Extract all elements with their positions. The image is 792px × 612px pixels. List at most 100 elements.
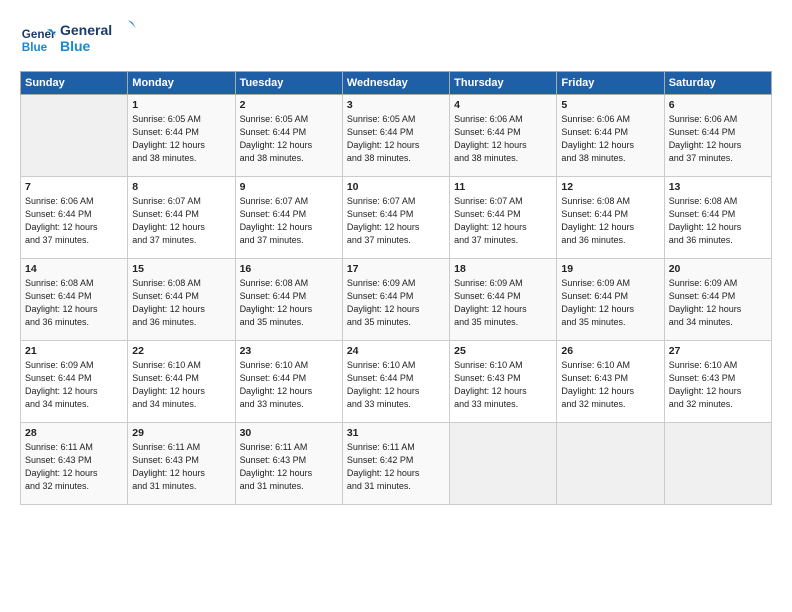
cell-2-5: 11 Sunrise: 6:07 AM Sunset: 6:44 PM Dayli… bbox=[450, 177, 557, 259]
day-number: 1 bbox=[132, 99, 230, 111]
day-info: Sunrise: 6:06 AM Sunset: 6:44 PM Dayligh… bbox=[561, 114, 634, 163]
cell-3-6: 19 Sunrise: 6:09 AM Sunset: 6:44 PM Dayli… bbox=[557, 259, 664, 341]
day-number: 5 bbox=[561, 99, 659, 111]
week-row-1: 1 Sunrise: 6:05 AM Sunset: 6:44 PM Daylig… bbox=[21, 95, 772, 177]
day-info: Sunrise: 6:09 AM Sunset: 6:44 PM Dayligh… bbox=[25, 360, 98, 409]
logo-svg: General Blue bbox=[60, 18, 140, 56]
cell-2-3: 9Sunrise: 6:07 AM Sunset: 6:44 PM Daylig… bbox=[235, 177, 342, 259]
cell-4-5: 25Sunrise: 6:10 AM Sunset: 6:43 PM Dayli… bbox=[450, 341, 557, 423]
cell-2-6: 12 Sunrise: 6:08 AM Sunset: 6:44 PM Dayli… bbox=[557, 177, 664, 259]
day-number: 24 bbox=[347, 345, 445, 357]
week-row-5: 28 Sunrise: 6:11 AM Sunset: 6:43 PM Dayli… bbox=[21, 423, 772, 505]
cell-5-3: 30Sunrise: 6:11 AM Sunset: 6:43 PM Dayli… bbox=[235, 423, 342, 505]
day-number: 20 bbox=[669, 263, 767, 275]
day-info: Sunrise: 6:05 AM Sunset: 6:44 PM Dayligh… bbox=[132, 114, 205, 163]
day-number: 2 bbox=[240, 99, 338, 111]
cell-5-7 bbox=[664, 423, 771, 505]
day-number: 29 bbox=[132, 427, 230, 439]
cell-4-4: 24 Sunrise: 6:10 AM Sunset: 6:44 PM Dayli… bbox=[342, 341, 449, 423]
cell-3-3: 16Sunrise: 6:08 AM Sunset: 6:44 PM Dayli… bbox=[235, 259, 342, 341]
day-number: 10 bbox=[347, 181, 445, 193]
day-number: 12 bbox=[561, 181, 659, 193]
day-info: Sunrise: 6:07 AM Sunset: 6:44 PM Dayligh… bbox=[454, 196, 527, 245]
cell-3-5: 18 Sunrise: 6:09 AM Sunset: 6:44 PM Dayli… bbox=[450, 259, 557, 341]
day-info: Sunrise: 6:08 AM Sunset: 6:44 PM Dayligh… bbox=[561, 196, 634, 245]
day-number: 8 bbox=[132, 181, 230, 193]
cell-1-5: 4Sunrise: 6:06 AM Sunset: 6:44 PM Daylig… bbox=[450, 95, 557, 177]
day-info: Sunrise: 6:09 AM Sunset: 6:44 PM Dayligh… bbox=[454, 278, 527, 327]
cell-1-4: 3 Sunrise: 6:05 AM Sunset: 6:44 PM Daylig… bbox=[342, 95, 449, 177]
day-number: 18 bbox=[454, 263, 552, 275]
logo: General Blue General Blue bbox=[20, 18, 140, 61]
day-number: 26 bbox=[561, 345, 659, 357]
cell-2-7: 13 Sunrise: 6:08 AM Sunset: 6:44 PM Dayli… bbox=[664, 177, 771, 259]
header-row: SundayMondayTuesdayWednesdayThursdayFrid… bbox=[21, 72, 772, 95]
day-info: Sunrise: 6:08 AM Sunset: 6:44 PM Dayligh… bbox=[132, 278, 205, 327]
day-info: Sunrise: 6:09 AM Sunset: 6:44 PM Dayligh… bbox=[669, 278, 742, 327]
logo-icon: General Blue bbox=[20, 22, 56, 58]
svg-text:Blue: Blue bbox=[60, 38, 91, 54]
cell-4-3: 23Sunrise: 6:10 AM Sunset: 6:44 PM Dayli… bbox=[235, 341, 342, 423]
cell-1-2: 1 Sunrise: 6:05 AM Sunset: 6:44 PM Daylig… bbox=[128, 95, 235, 177]
day-info: Sunrise: 6:06 AM Sunset: 6:44 PM Dayligh… bbox=[454, 114, 527, 163]
day-info: Sunrise: 6:11 AM Sunset: 6:43 PM Dayligh… bbox=[25, 442, 98, 491]
day-number: 17 bbox=[347, 263, 445, 275]
day-number: 30 bbox=[240, 427, 338, 439]
day-number: 13 bbox=[669, 181, 767, 193]
col-header-friday: Friday bbox=[557, 72, 664, 95]
day-number: 25 bbox=[454, 345, 552, 357]
day-info: Sunrise: 6:10 AM Sunset: 6:44 PM Dayligh… bbox=[347, 360, 420, 409]
col-header-thursday: Thursday bbox=[450, 72, 557, 95]
day-number: 31 bbox=[347, 427, 445, 439]
week-row-4: 21 Sunrise: 6:09 AM Sunset: 6:44 PM Dayli… bbox=[21, 341, 772, 423]
day-number: 23 bbox=[240, 345, 338, 357]
week-row-3: 14 Sunrise: 6:08 AM Sunset: 6:44 PM Dayli… bbox=[21, 259, 772, 341]
cell-4-7: 27 Sunrise: 6:10 AM Sunset: 6:43 PM Dayli… bbox=[664, 341, 771, 423]
day-number: 22 bbox=[132, 345, 230, 357]
cell-4-2: 22 Sunrise: 6:10 AM Sunset: 6:44 PM Dayli… bbox=[128, 341, 235, 423]
day-number: 16 bbox=[240, 263, 338, 275]
day-info: Sunrise: 6:10 AM Sunset: 6:43 PM Dayligh… bbox=[669, 360, 742, 409]
day-info: Sunrise: 6:11 AM Sunset: 6:43 PM Dayligh… bbox=[132, 442, 205, 491]
cell-4-1: 21 Sunrise: 6:09 AM Sunset: 6:44 PM Dayli… bbox=[21, 341, 128, 423]
day-info: Sunrise: 6:05 AM Sunset: 6:44 PM Dayligh… bbox=[347, 114, 420, 163]
day-info: Sunrise: 6:10 AM Sunset: 6:43 PM Dayligh… bbox=[561, 360, 634, 409]
day-info: Sunrise: 6:07 AM Sunset: 6:44 PM Dayligh… bbox=[132, 196, 205, 245]
col-header-tuesday: Tuesday bbox=[235, 72, 342, 95]
cell-4-6: 26 Sunrise: 6:10 AM Sunset: 6:43 PM Dayli… bbox=[557, 341, 664, 423]
day-number: 3 bbox=[347, 99, 445, 111]
cell-5-5 bbox=[450, 423, 557, 505]
col-header-monday: Monday bbox=[128, 72, 235, 95]
cell-1-3: 2 Sunrise: 6:05 AM Sunset: 6:44 PM Daylig… bbox=[235, 95, 342, 177]
day-info: Sunrise: 6:07 AM Sunset: 6:44 PM Dayligh… bbox=[347, 196, 420, 245]
cell-1-1 bbox=[21, 95, 128, 177]
cell-3-4: 17 Sunrise: 6:09 AM Sunset: 6:44 PM Dayli… bbox=[342, 259, 449, 341]
day-number: 11 bbox=[454, 181, 552, 193]
col-header-wednesday: Wednesday bbox=[342, 72, 449, 95]
day-number: 15 bbox=[132, 263, 230, 275]
day-info: Sunrise: 6:06 AM Sunset: 6:44 PM Dayligh… bbox=[25, 196, 98, 245]
day-number: 7 bbox=[25, 181, 123, 193]
day-number: 21 bbox=[25, 345, 123, 357]
day-info: Sunrise: 6:09 AM Sunset: 6:44 PM Dayligh… bbox=[561, 278, 634, 327]
day-info: Sunrise: 6:09 AM Sunset: 6:44 PM Dayligh… bbox=[347, 278, 420, 327]
day-number: 28 bbox=[25, 427, 123, 439]
cell-5-2: 29 Sunrise: 6:11 AM Sunset: 6:43 PM Dayli… bbox=[128, 423, 235, 505]
day-info: Sunrise: 6:05 AM Sunset: 6:44 PM Dayligh… bbox=[240, 114, 313, 163]
day-info: Sunrise: 6:08 AM Sunset: 6:44 PM Dayligh… bbox=[25, 278, 98, 327]
cell-5-4: 31Sunrise: 6:11 AM Sunset: 6:42 PM Dayli… bbox=[342, 423, 449, 505]
day-info: Sunrise: 6:10 AM Sunset: 6:44 PM Dayligh… bbox=[132, 360, 205, 409]
header: General Blue General Blue bbox=[20, 18, 772, 61]
col-header-saturday: Saturday bbox=[664, 72, 771, 95]
day-info: Sunrise: 6:08 AM Sunset: 6:44 PM Dayligh… bbox=[669, 196, 742, 245]
cell-1-6: 5 Sunrise: 6:06 AM Sunset: 6:44 PM Daylig… bbox=[557, 95, 664, 177]
day-number: 19 bbox=[561, 263, 659, 275]
day-number: 27 bbox=[669, 345, 767, 357]
cell-2-1: 7 Sunrise: 6:06 AM Sunset: 6:44 PM Daylig… bbox=[21, 177, 128, 259]
cell-3-7: 20 Sunrise: 6:09 AM Sunset: 6:44 PM Dayli… bbox=[664, 259, 771, 341]
logo-text: General Blue bbox=[60, 18, 140, 61]
day-info: Sunrise: 6:07 AM Sunset: 6:44 PM Dayligh… bbox=[240, 196, 313, 245]
cell-5-1: 28 Sunrise: 6:11 AM Sunset: 6:43 PM Dayli… bbox=[21, 423, 128, 505]
day-number: 14 bbox=[25, 263, 123, 275]
calendar-table: SundayMondayTuesdayWednesdayThursdayFrid… bbox=[20, 71, 772, 505]
